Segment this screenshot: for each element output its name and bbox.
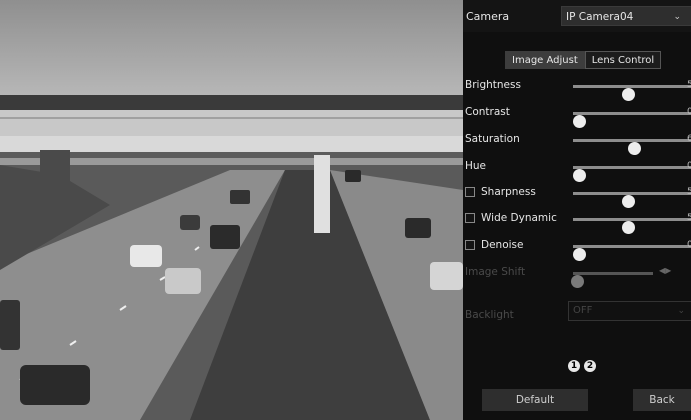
- denoise-slider-handle[interactable]: [572, 248, 586, 261]
- denoise-value: 0: [687, 240, 691, 250]
- saturation-slider[interactable]: [573, 139, 691, 155]
- chevron-down-icon: ⌄: [673, 12, 681, 22]
- camera-select-value: IP Camera04: [566, 11, 634, 23]
- hue-value: 0: [687, 161, 691, 171]
- tab-image-adjust[interactable]: Image Adjust: [505, 51, 585, 69]
- image-shift-slider-handle: [571, 275, 584, 288]
- saturation-slider-handle[interactable]: [628, 142, 642, 155]
- hue-label: Hue: [465, 160, 487, 172]
- camera-row: Camera IP Camera04 ⌄: [463, 0, 691, 32]
- image-shift-label: Image Shift: [465, 266, 526, 278]
- brightness-slider[interactable]: [573, 85, 691, 101]
- sharpness-checkbox[interactable]: [465, 187, 475, 197]
- sharpness-row: Sharpness 5: [463, 183, 691, 208]
- saturation-value: 6: [687, 134, 691, 144]
- camera-live-view[interactable]: [0, 0, 463, 420]
- hue-slider[interactable]: [572, 166, 691, 182]
- default-button[interactable]: Default: [482, 389, 588, 411]
- backlight-select: OFF ⌄: [568, 301, 691, 321]
- tab-lens-control[interactable]: Lens Control: [584, 51, 662, 69]
- backlight-select-value: OFF: [573, 305, 593, 316]
- denoise-row: Denoise 0: [463, 236, 691, 261]
- brightness-value: 5: [687, 80, 691, 90]
- camera-label: Camera: [466, 10, 510, 23]
- back-button[interactable]: Back: [633, 389, 691, 411]
- wide-dynamic-value: 5: [687, 213, 691, 223]
- page-1-dot[interactable]: 1: [568, 360, 580, 372]
- chevron-down-icon: ⌄: [677, 306, 685, 316]
- contrast-value: 0: [687, 107, 691, 117]
- contrast-slider[interactable]: [572, 112, 691, 128]
- contrast-slider-handle[interactable]: [572, 115, 586, 128]
- triangle-right-icon: ▶: [665, 266, 672, 275]
- brightness-row: Brightness 5: [463, 76, 691, 101]
- sharpness-slider-handle[interactable]: [622, 195, 636, 208]
- saturation-row: Saturation 6: [463, 130, 691, 155]
- wide-dynamic-slider[interactable]: [573, 218, 691, 234]
- image-shift-arrows: ◀▶: [659, 266, 671, 275]
- contrast-row: Contrast 0: [463, 103, 691, 128]
- image-shift-row: Image Shift ◀▶: [463, 263, 691, 288]
- backlight-label: Backlight: [465, 309, 514, 321]
- sharpness-label: Sharpness: [481, 186, 536, 198]
- page-indicator: 1 2: [568, 360, 596, 372]
- denoise-checkbox[interactable]: [465, 240, 475, 250]
- hue-slider-handle[interactable]: [572, 169, 586, 182]
- saturation-label: Saturation: [465, 133, 520, 145]
- hue-row: Hue 0: [463, 157, 691, 182]
- denoise-label: Denoise: [481, 239, 524, 251]
- image-shift-slider: [571, 272, 653, 288]
- wide-dynamic-checkbox[interactable]: [465, 213, 475, 223]
- wide-dynamic-slider-handle[interactable]: [622, 221, 636, 234]
- camera-select[interactable]: IP Camera04 ⌄: [561, 6, 691, 26]
- page-2-dot[interactable]: 2: [584, 360, 596, 372]
- wide-dynamic-label: Wide Dynamic: [481, 212, 557, 224]
- settings-tabs: Image Adjust Lens Control: [505, 51, 662, 69]
- denoise-slider[interactable]: [572, 245, 691, 261]
- image-settings-panel: Camera IP Camera04 ⌄ Image Adjust Lens C…: [463, 0, 691, 420]
- brightness-label: Brightness: [465, 79, 521, 91]
- sharpness-value: 5: [687, 187, 691, 197]
- wide-dynamic-row: Wide Dynamic 5: [463, 209, 691, 234]
- camera-image: [0, 0, 463, 420]
- sharpness-slider[interactable]: [573, 192, 691, 208]
- brightness-slider-handle[interactable]: [622, 88, 636, 101]
- contrast-label: Contrast: [465, 106, 510, 118]
